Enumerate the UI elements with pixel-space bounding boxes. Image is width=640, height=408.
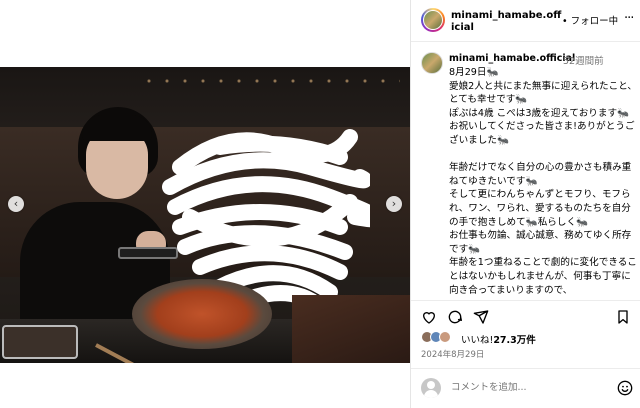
likes-row[interactable]: いいね!27.3万件 [421, 331, 631, 346]
caption-timestamp[interactable]: 52週間前 [563, 53, 604, 67]
caption-username[interactable]: minami_hamabe.official [449, 53, 575, 64]
more-options-icon[interactable]: ··· [624, 11, 634, 26]
photo-hotpot [132, 279, 272, 349]
caption-avatar[interactable] [421, 52, 443, 74]
caption-text: 8月29日🐜 愛娘2人と共にまた無事に迎えられたこと、とても幸せです🐜 ぽぷは4… [449, 67, 638, 296]
post-side-panel: minami_hamabe.official • フォロー中 ··· minam… [410, 0, 640, 408]
action-bar [411, 300, 640, 330]
post-photo[interactable] [0, 67, 410, 363]
post-media-area: ‹ › [0, 0, 410, 408]
post-date: 2024年8月29日 [421, 350, 485, 360]
comment-input[interactable] [451, 382, 601, 393]
carousel-next-button[interactable]: › [386, 196, 402, 212]
bookmark-icon[interactable] [615, 309, 631, 325]
photo-lights [140, 73, 400, 89]
heart-icon[interactable] [421, 309, 437, 325]
photo-dish [2, 325, 78, 359]
header-avatar[interactable] [421, 8, 445, 32]
comment-bar [411, 368, 640, 408]
liker-avatar [439, 331, 451, 343]
user-avatar-icon [421, 378, 441, 398]
carousel-prev-button[interactable]: ‹ [8, 196, 24, 212]
share-icon[interactable] [473, 309, 489, 325]
following-status[interactable]: • フォロー中 [562, 13, 618, 27]
post-header: minami_hamabe.official • フォロー中 ··· [411, 0, 640, 42]
photo-grill [292, 295, 410, 363]
caption-area: minami_hamabe.official 52週間前 8月29日🐜 愛娘2人… [411, 42, 640, 298]
emoji-icon[interactable] [617, 380, 633, 396]
comment-icon[interactable] [447, 309, 463, 325]
likes-count[interactable]: いいね!27.3万件 [461, 332, 536, 346]
header-username[interactable]: minami_hamabe.official [451, 10, 563, 34]
